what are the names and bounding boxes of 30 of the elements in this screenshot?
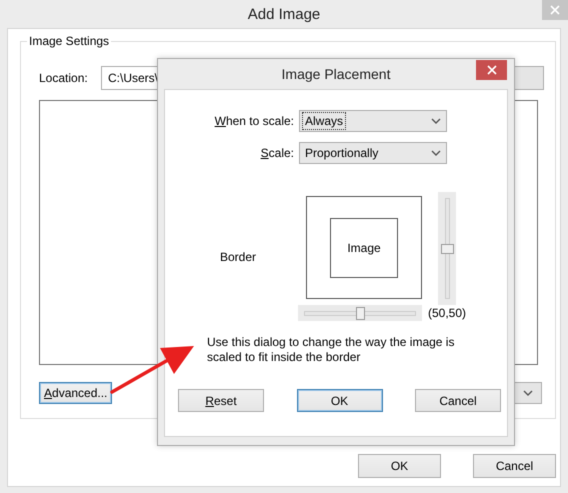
vertical-slider[interactable] [438, 192, 456, 305]
description-text: Use this dialog to change the way the image is scaled to fit inside the border [207, 335, 456, 365]
close-icon [550, 5, 560, 15]
advanced-button[interactable]: Advanced... [39, 382, 112, 404]
dropdown[interactable]: Proportionally [299, 142, 447, 164]
image-label: Image [347, 240, 381, 254]
cancel-button[interactable]: Cancel [415, 389, 501, 412]
border-label: Border [220, 250, 258, 264]
dialog-title: Image Placement [282, 66, 390, 82]
group-title: Image Settings [27, 34, 112, 48]
dropdown[interactable]: Always [299, 110, 447, 132]
ok-button[interactable]: OK [296, 389, 382, 412]
field-label: Scale: [260, 146, 294, 160]
cancel-button[interactable]: Cancel [473, 454, 556, 478]
field-label: When to scale: [214, 114, 294, 128]
close-icon [486, 65, 496, 75]
chevron-down-icon [523, 390, 533, 396]
location-label: Location: [39, 71, 89, 85]
reset-button[interactable]: Reset [178, 389, 264, 412]
chevron-down-icon [431, 150, 441, 156]
close-button[interactable] [476, 60, 507, 80]
browse-button[interactable] [514, 66, 544, 90]
ok-button[interactable]: OK [358, 454, 441, 478]
slider-thumb[interactable] [441, 244, 454, 254]
position-reading: (50,50) [428, 306, 466, 320]
dropdown[interactable] [514, 382, 542, 404]
slider-thumb[interactable] [356, 307, 365, 320]
horizontal-slider[interactable] [298, 305, 422, 321]
chevron-down-icon [431, 118, 441, 124]
window-title: Add Image [248, 6, 320, 22]
